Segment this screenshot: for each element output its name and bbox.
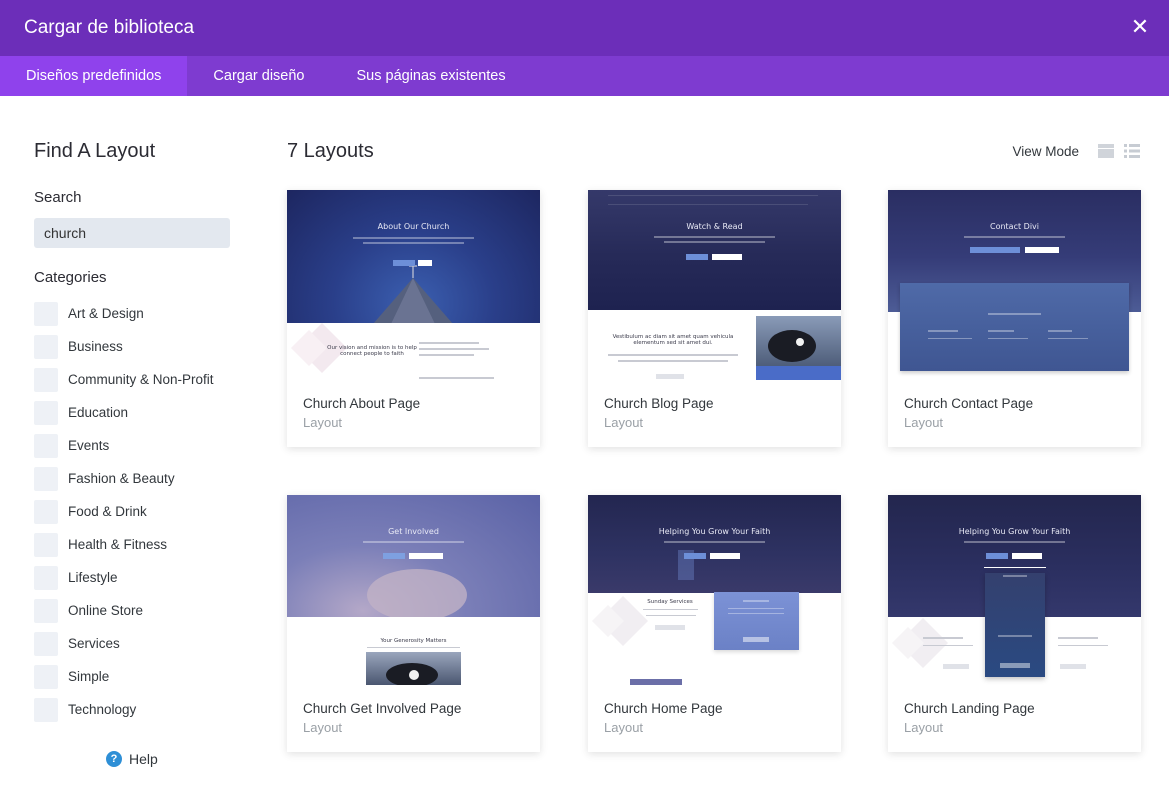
category-list: Art & Design Business Community & Non-Pr… [34, 297, 214, 726]
close-icon[interactable]: ✕ [1127, 14, 1153, 40]
sidebar-title: Find A Layout [34, 140, 156, 162]
layout-type: Layout [303, 720, 343, 735]
layout-thumbnail: Watch & Read Vestibulum ac diam sit amet… [588, 190, 841, 380]
checkbox[interactable] [34, 367, 58, 392]
checkbox[interactable] [34, 631, 58, 656]
category-community-non-profit[interactable]: Community & Non-Profit [34, 363, 214, 396]
category-label: Simple [68, 669, 110, 684]
layout-name: Church Contact Page [904, 396, 1034, 411]
category-technology[interactable]: Technology [34, 693, 214, 726]
category-label: Education [68, 405, 129, 420]
category-lifestyle[interactable]: Lifestyle [34, 561, 214, 594]
layout-card-church-about[interactable]: About Our Church Our vision and mission … [287, 190, 540, 447]
modal-header: Cargar de biblioteca ✕ [0, 0, 1169, 56]
view-mode-label: View Mode [1012, 143, 1079, 159]
category-fashion-beauty[interactable]: Fashion & Beauty [34, 462, 214, 495]
view-mode: View Mode [1012, 143, 1141, 159]
layout-type: Layout [604, 415, 644, 430]
layout-card-church-get-involved[interactable]: Get Involved Your Generosity Matters Chu… [287, 495, 540, 752]
thumb-title: Helping You Grow Your Faith [958, 527, 1071, 536]
category-label: Business [68, 339, 123, 354]
checkbox[interactable] [34, 532, 58, 557]
checkbox[interactable] [34, 664, 58, 689]
search-input[interactable] [34, 218, 230, 248]
category-health-fitness[interactable]: Health & Fitness [34, 528, 214, 561]
tab-bar: Diseños predefinidos Cargar diseño Sus p… [0, 56, 1169, 96]
category-label: Health & Fitness [68, 537, 168, 552]
layout-card-church-contact[interactable]: Contact Divi Church Contact Page Layout [888, 190, 1141, 447]
help-link[interactable]: ? Help [106, 751, 158, 767]
categories-label: Categories [34, 269, 107, 286]
thumb-title: About Our Church [377, 222, 450, 231]
layout-thumbnail: Helping You Grow Your Faith [888, 495, 1141, 685]
category-label: Community & Non-Profit [68, 372, 214, 387]
layout-card-church-landing[interactable]: Helping You Grow Your Faith Church Landi… [888, 495, 1141, 752]
modal-title: Cargar de biblioteca [24, 17, 195, 38]
layout-name: Church Get Involved Page [303, 701, 462, 716]
category-services[interactable]: Services [34, 627, 214, 660]
layout-name: Church Home Page [604, 701, 723, 716]
category-events[interactable]: Events [34, 429, 214, 462]
category-art-design[interactable]: Art & Design [34, 297, 214, 330]
category-label: Art & Design [68, 306, 144, 321]
checkbox[interactable] [34, 466, 58, 491]
tab-load-layout[interactable]: Cargar diseño [187, 56, 330, 96]
help-icon: ? [106, 751, 122, 767]
layout-type: Layout [904, 720, 944, 735]
checkbox[interactable] [34, 301, 58, 326]
category-label: Fashion & Beauty [68, 471, 175, 486]
category-simple[interactable]: Simple [34, 660, 214, 693]
category-online-store[interactable]: Online Store [34, 594, 214, 627]
category-label: Technology [68, 702, 137, 717]
layout-thumbnail: About Our Church Our vision and mission … [287, 190, 540, 380]
tab-existing-pages[interactable]: Sus páginas existentes [331, 56, 532, 96]
layout-name: Church Blog Page [604, 396, 714, 411]
layout-thumbnail: Get Involved Your Generosity Matters [287, 495, 540, 685]
category-label: Events [68, 438, 110, 453]
checkbox[interactable] [34, 565, 58, 590]
layout-card-church-blog[interactable]: Watch & Read Vestibulum ac diam sit amet… [588, 190, 841, 447]
layout-type: Layout [904, 415, 944, 430]
category-education[interactable]: Education [34, 396, 214, 429]
category-label: Food & Drink [68, 504, 147, 519]
checkbox[interactable] [34, 598, 58, 623]
tab-predefined-layouts[interactable]: Diseños predefinidos [0, 56, 188, 96]
category-food-drink[interactable]: Food & Drink [34, 495, 214, 528]
category-label: Lifestyle [68, 570, 118, 585]
thumb-title: Watch & Read [686, 222, 743, 231]
thumb-title: Get Involved [388, 527, 439, 536]
category-label: Online Store [68, 603, 144, 618]
checkbox[interactable] [34, 334, 58, 359]
checkbox[interactable] [34, 433, 58, 458]
category-business[interactable]: Business [34, 330, 214, 363]
layout-card-church-home[interactable]: Helping You Grow Your Faith Sunday Servi… [588, 495, 841, 752]
category-label: Services [68, 636, 120, 651]
layout-type: Layout [604, 720, 644, 735]
layout-name: Church About Page [303, 396, 421, 411]
layout-type: Layout [303, 415, 343, 430]
checkbox[interactable] [34, 400, 58, 425]
grid-view-icon[interactable] [1097, 143, 1115, 159]
help-label: Help [129, 751, 158, 767]
list-view-icon[interactable] [1123, 143, 1141, 159]
layouts-count-title: 7 Layouts [287, 140, 374, 162]
layout-thumbnail: Helping You Grow Your Faith Sunday Servi… [588, 495, 841, 685]
checkbox[interactable] [34, 697, 58, 722]
search-label: Search [34, 189, 82, 206]
thumb-title: Contact Divi [989, 222, 1039, 231]
layout-thumbnail: Contact Divi [888, 190, 1141, 380]
checkbox[interactable] [34, 499, 58, 524]
thumb-title: Helping You Grow Your Faith [658, 527, 771, 536]
layout-name: Church Landing Page [904, 701, 1035, 716]
